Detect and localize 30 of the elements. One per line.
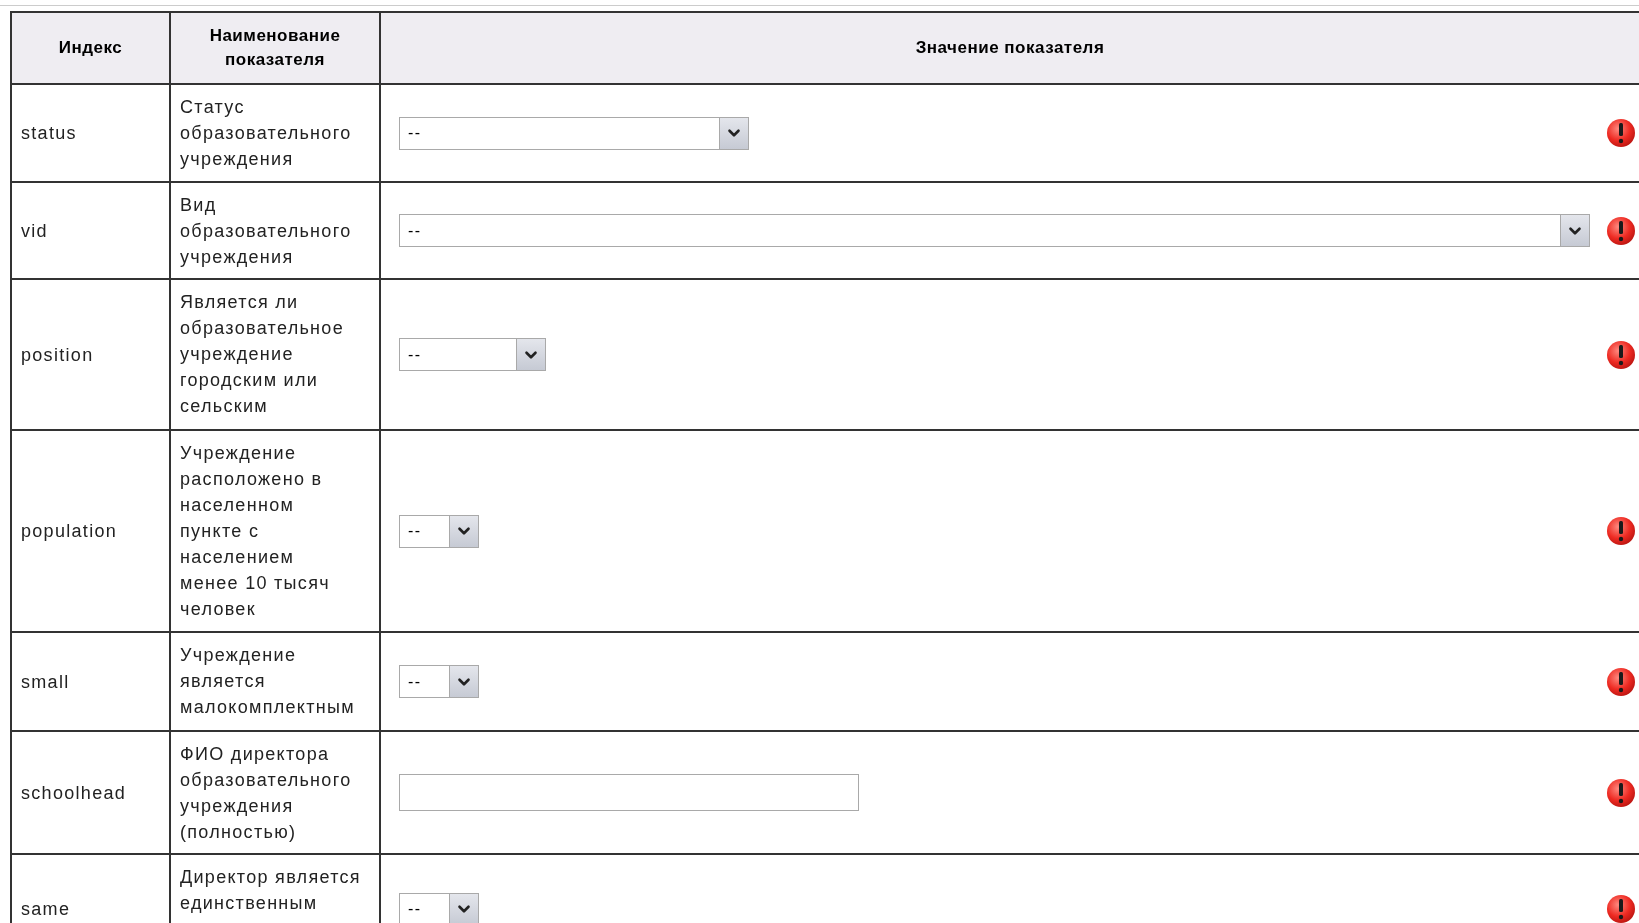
index-cell-text: schoolhead [21,781,127,805]
indicator-name: Учреждение является малокомплектным [180,644,355,719]
index-cell-text: vid [21,219,48,243]
indicator-name: Учреждение расположено в населенном пункте с населением менее 10 тысяч человек [180,442,330,621]
index-cell-text: status [21,122,77,145]
indicator-name: ФИО директора образовательного учреждения (полностью) [180,743,352,844]
indicator-name: Вид образовательного учреждения [180,194,352,269]
column-header: Наименование показателя [209,25,341,71]
index-cell-text: same [21,898,71,921]
chevron-down-icon [449,893,478,923]
index-cell-text: population [21,520,118,543]
dropdown[interactable]: -- [399,892,479,923]
chevron-down-icon [449,515,478,547]
column-header: Индекс [58,37,123,59]
chevron-down-icon [449,666,478,697]
dropdown[interactable]: -- [399,214,1590,247]
dropdown[interactable]: -- [399,665,479,698]
dropdown[interactable]: -- [399,514,479,548]
indicator-name: Директор является единственным [180,866,361,915]
indicator-name: Статус образовательного учреждения [180,96,352,171]
indicator-name: Является ли образовательное учреждение городским или сельским [180,291,344,418]
index-cell-text: small [21,670,70,694]
column-header: Значение показателя [915,37,1105,59]
dropdown[interactable]: -- [399,116,749,150]
dropdown[interactable]: -- [399,338,546,371]
index-cell-text: position [21,343,94,367]
chevron-down-icon [1560,215,1589,246]
chevron-down-icon [516,339,545,370]
chevron-down-icon [719,117,748,149]
input-field[interactable] [399,774,859,811]
